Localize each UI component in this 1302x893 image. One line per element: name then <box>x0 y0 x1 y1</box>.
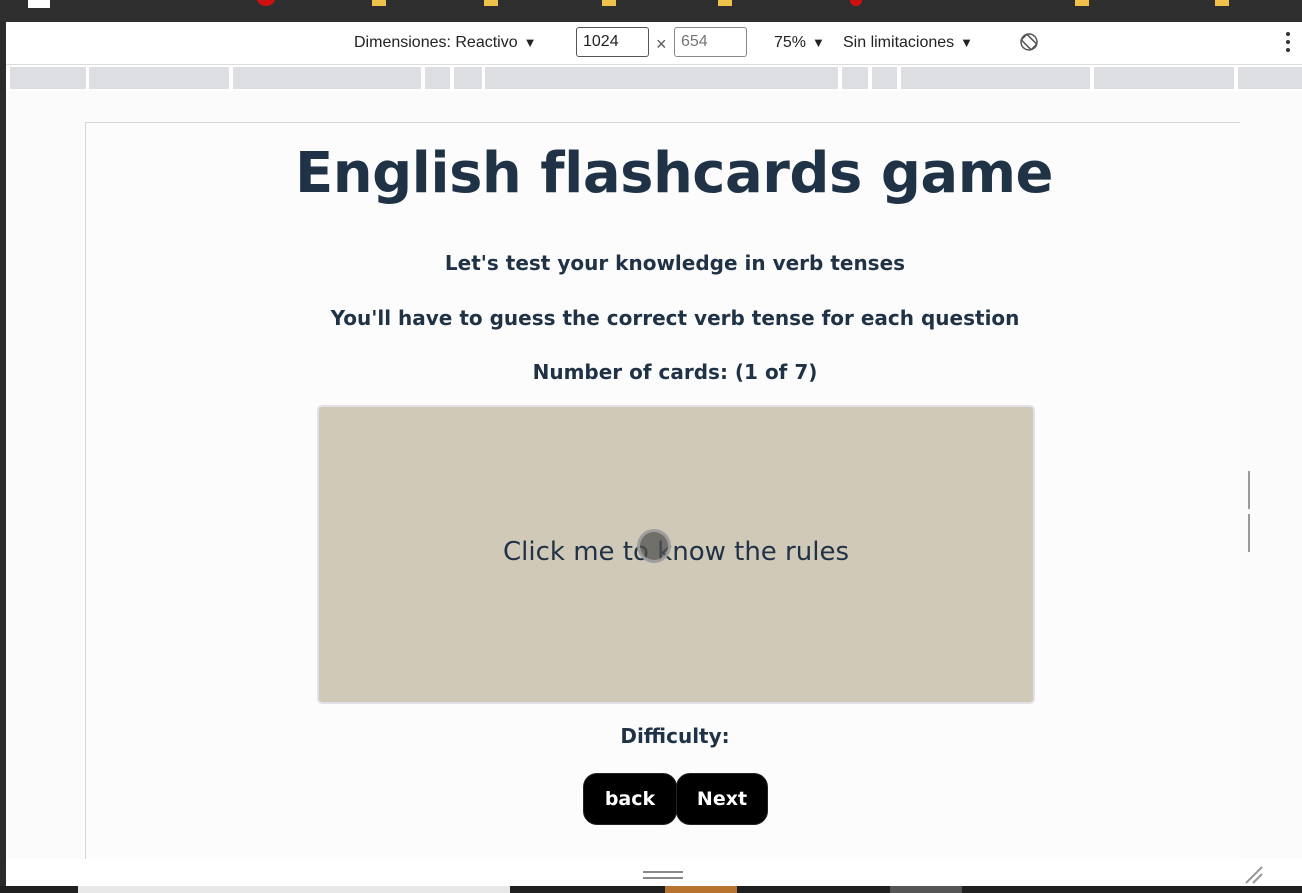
height-input[interactable] <box>674 27 747 57</box>
throttling-label: Sin limitaciones <box>843 34 955 51</box>
folder-icon[interactable] <box>1075 0 1089 6</box>
taskbar-item[interactable] <box>78 886 510 893</box>
touch-cursor-icon <box>637 529 671 563</box>
resize-corner-icon[interactable] <box>1242 863 1264 885</box>
bookmark-icon[interactable] <box>28 0 50 8</box>
media-query-segment[interactable] <box>425 67 450 89</box>
media-query-segment[interactable] <box>842 67 868 89</box>
resize-bar-bottom <box>6 859 1302 886</box>
media-query-segment[interactable] <box>233 67 421 89</box>
media-query-segment[interactable] <box>872 67 897 89</box>
card-counter: Number of cards: (1 of 7) <box>532 360 818 384</box>
taskbar <box>0 886 1302 893</box>
zoom-label: 75% <box>774 34 807 51</box>
page-container: English flashcards game Let's test your … <box>85 122 1240 863</box>
times-symbol: × <box>656 34 667 54</box>
bookmark-icon[interactable] <box>850 0 862 6</box>
rotate-icon[interactable] <box>1019 32 1039 52</box>
zoom-dropdown[interactable]: 75% ▼ <box>774 34 825 52</box>
bookmarks-bar <box>0 0 1302 22</box>
media-query-segment[interactable] <box>10 67 86 89</box>
folder-icon[interactable] <box>372 0 386 6</box>
chevron-down-icon: ▼ <box>812 35 825 50</box>
media-query-segment[interactable] <box>1094 67 1234 89</box>
instructions-text: You'll have to guess the correct verb te… <box>330 306 1020 330</box>
media-query-segment[interactable] <box>901 67 1090 89</box>
throttling-dropdown[interactable]: Sin limitaciones ▼ <box>843 34 973 52</box>
media-query-segment[interactable] <box>485 67 838 89</box>
width-input[interactable] <box>576 27 649 57</box>
flashcard-text: Click me to know the rules <box>502 537 849 567</box>
device-toolbar: Dimensiones: Reactivo ▼ × 75% ▼ Sin limita… <box>6 22 1302 65</box>
folder-icon[interactable] <box>1215 0 1229 6</box>
taskbar-item[interactable] <box>665 886 737 893</box>
chevron-down-icon: ▼ <box>523 35 537 50</box>
media-query-segment[interactable] <box>1238 67 1302 89</box>
media-query-segment[interactable] <box>454 67 482 89</box>
dimensions-label: Dimensiones: Reactivo <box>354 34 518 51</box>
flashcard[interactable]: Click me to know the rules <box>317 405 1035 704</box>
chevron-down-icon: ▼ <box>960 35 974 50</box>
difficulty-label: Difficulty: <box>620 724 730 748</box>
taskbar-item[interactable] <box>890 886 962 893</box>
media-query-bar <box>6 65 1302 91</box>
dimensions-dropdown[interactable]: Dimensiones: Reactivo ▼ <box>354 34 537 52</box>
resize-handle-bottom[interactable] <box>643 871 683 879</box>
kebab-menu-icon[interactable] <box>1286 32 1292 54</box>
folder-icon[interactable] <box>602 0 616 6</box>
page-title: English flashcards game <box>294 141 1054 206</box>
back-button[interactable]: back <box>583 773 677 825</box>
folder-icon[interactable] <box>718 0 732 6</box>
intro-text: Let's test your knowledge in verb tenses <box>444 251 906 275</box>
resize-handle-right[interactable] <box>1248 471 1256 552</box>
media-query-segment[interactable] <box>89 67 229 89</box>
folder-icon[interactable] <box>484 0 498 6</box>
bookmark-icon[interactable] <box>256 0 276 6</box>
next-button[interactable]: Next <box>676 773 768 825</box>
page-viewport: English flashcards game Let's test your … <box>6 91 1302 863</box>
